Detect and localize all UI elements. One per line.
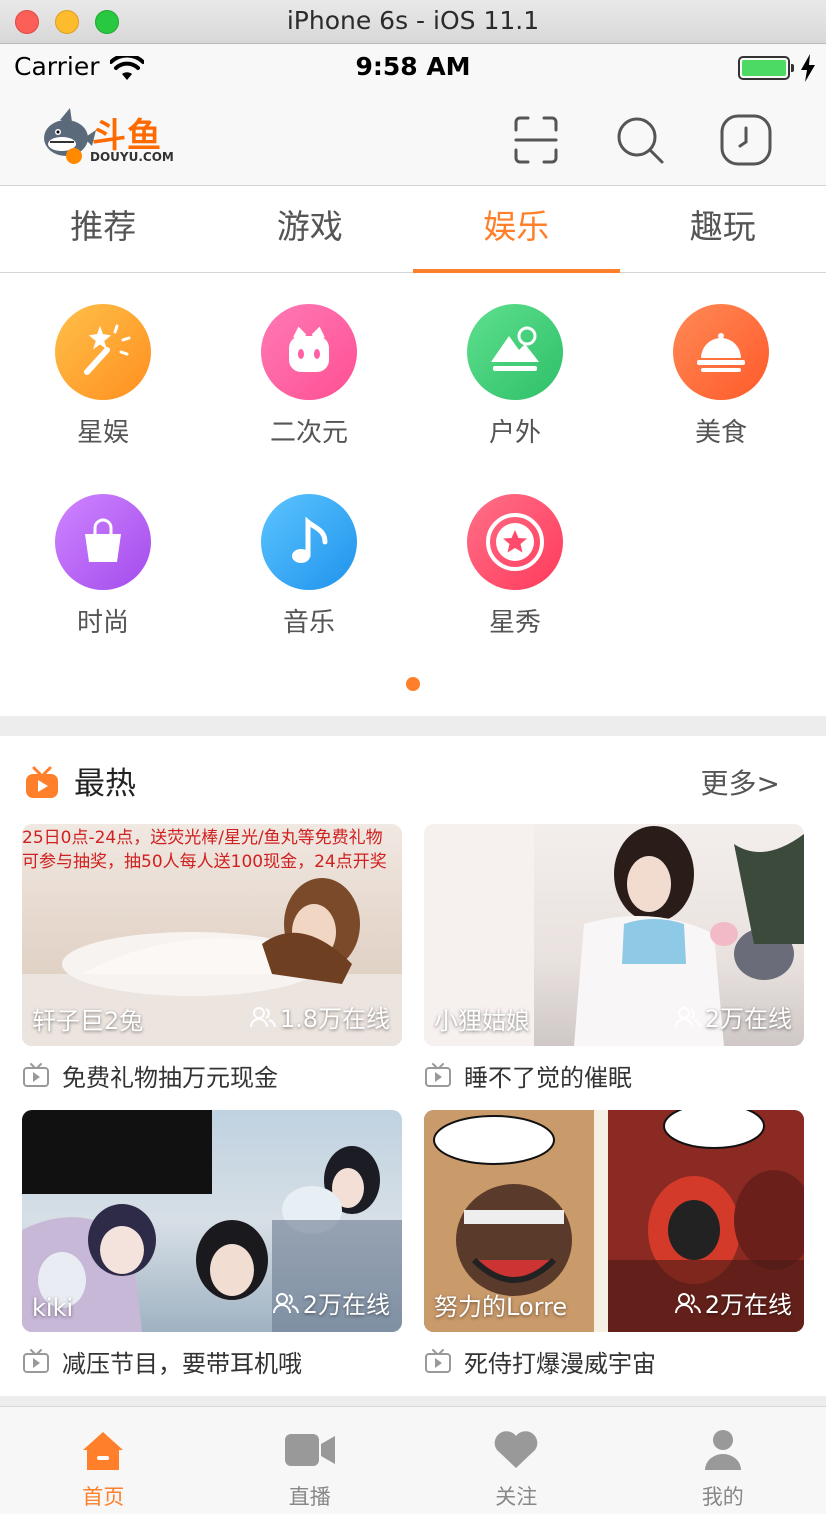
anime-face-icon xyxy=(261,304,357,400)
scan-icon[interactable] xyxy=(508,112,564,168)
online-count: 1.8万在线 xyxy=(249,999,390,1034)
home-icon xyxy=(78,1427,128,1473)
heart-icon xyxy=(491,1427,541,1473)
room-title: 免费礼物抽万元现金 xyxy=(62,1063,278,1092)
tab-label: 首页 xyxy=(82,1485,125,1509)
category-item-food[interactable]: 美食 xyxy=(618,304,824,449)
tab-games[interactable]: 游戏 xyxy=(207,187,414,272)
card-caption: 免费礼物抽万元现金 xyxy=(22,1058,402,1092)
video-tag-icon xyxy=(23,1063,49,1087)
page-indicator-dot[interactable] xyxy=(406,677,420,691)
category-tabs: 推荐 游戏 娱乐 趣玩 xyxy=(0,187,826,273)
bottom-tab-bar: 首页 直播 关注 我的 xyxy=(0,1406,826,1514)
live-thumbnail[interactable]: kiki 2万在线 xyxy=(22,1110,402,1332)
tab-live[interactable]: 直播 xyxy=(207,1407,414,1514)
music-note-icon xyxy=(261,494,357,590)
tab-label: 直播 xyxy=(288,1485,331,1509)
thumbnail-overlay-text: 25日0点-24点，送荧光棒/星光/鱼丸等免费礼物 xyxy=(22,828,383,848)
category-label: 音乐 xyxy=(282,608,335,638)
hot-section-header: 最热 更多> xyxy=(0,754,826,808)
star-badge-icon xyxy=(467,494,563,590)
shopping-bag-icon xyxy=(55,494,151,590)
hot-section: 最热 更多> 25日0点-24点，送荧光棒/星光/鱼丸等免费礼物 可参与抽奖，抽… xyxy=(0,736,826,1396)
video-tag-icon xyxy=(425,1349,451,1373)
live-room-card[interactable]: 努力的Lorre 2万在线 死侍打爆漫威宇宙 xyxy=(424,1110,804,1378)
live-thumbnail[interactable]: 努力的Lorre 2万在线 xyxy=(424,1110,804,1332)
room-title: 减压节目，要带耳机哦 xyxy=(62,1349,302,1378)
category-item-xingxiu[interactable]: 星秀 xyxy=(412,494,618,639)
category-label: 美食 xyxy=(694,418,747,448)
online-count-text: 1.8万在线 xyxy=(279,1005,390,1033)
more-link[interactable]: 更多> xyxy=(701,762,780,802)
douyu-logo: 斗鱼 DOUYU.COM xyxy=(40,108,180,168)
category-label: 星秀 xyxy=(488,608,541,638)
live-room-card[interactable]: kiki 2万在线 减压节目，要带耳机哦 xyxy=(22,1110,402,1378)
viewers-icon xyxy=(674,1292,701,1313)
viewers-icon xyxy=(272,1292,299,1313)
tab-follow[interactable]: 关注 xyxy=(413,1407,620,1514)
battery-icon xyxy=(738,56,794,80)
card-caption: 死侍打爆漫威宇宙 xyxy=(424,1344,804,1378)
online-count: 2万在线 xyxy=(674,999,792,1034)
section-divider xyxy=(0,1396,826,1406)
thumbnail-overlay-text: 可参与抽奖，抽50人每人送100现金，24点开奖 xyxy=(22,852,387,872)
online-count: 2万在线 xyxy=(674,1285,792,1320)
anchor-name: 轩子巨2兔 xyxy=(32,1007,144,1035)
anchor-name: 努力的Lorre xyxy=(434,1293,568,1321)
live-room-card[interactable]: 小狸姑娘 2万在线 睡不了觉的催眠 xyxy=(424,824,804,1092)
video-camera-icon xyxy=(284,1427,335,1473)
viewers-icon xyxy=(249,1006,276,1027)
tab-me[interactable]: 我的 xyxy=(620,1407,826,1514)
category-label: 二次元 xyxy=(269,418,348,448)
app-header: 斗鱼 DOUYU.COM xyxy=(0,92,826,186)
category-item-anime[interactable]: 二次元 xyxy=(206,304,412,449)
live-thumbnail[interactable]: 25日0点-24点，送荧光棒/星光/鱼丸等免费礼物 可参与抽奖，抽50人每人送1… xyxy=(22,824,402,1046)
card-caption: 睡不了觉的催眠 xyxy=(424,1058,804,1092)
live-thumbnail[interactable]: 小狸姑娘 2万在线 xyxy=(424,824,804,1046)
charging-bolt-icon xyxy=(801,54,815,82)
tab-label: 关注 xyxy=(495,1485,538,1509)
category-grid: 星娱 二次元 户外 美食 时尚 音乐 星秀 xyxy=(0,274,826,716)
simulator-title-bar: iPhone 6s - iOS 11.1 xyxy=(0,0,826,44)
section-divider xyxy=(0,716,826,736)
tab-home[interactable]: 首页 xyxy=(0,1407,207,1514)
magic-wand-icon xyxy=(55,304,151,400)
live-room-card[interactable]: 25日0点-24点，送荧光棒/星光/鱼丸等免费礼物 可参与抽奖，抽50人每人送1… xyxy=(22,824,402,1092)
status-time: 9:58 AM xyxy=(355,52,471,81)
tab-entertainment[interactable]: 娱乐 xyxy=(413,187,620,273)
video-tag-icon xyxy=(23,1349,49,1373)
online-count-text: 2万在线 xyxy=(704,1005,792,1033)
category-item-xingyu[interactable]: 星娱 xyxy=(0,304,206,449)
tab-fun[interactable]: 趣玩 xyxy=(620,187,826,272)
window-title: iPhone 6s - iOS 11.1 xyxy=(286,6,540,35)
online-count: 2万在线 xyxy=(272,1285,390,1320)
category-item-fashion[interactable]: 时尚 xyxy=(0,494,206,639)
category-label: 时尚 xyxy=(76,608,129,638)
tab-recommend[interactable]: 推荐 xyxy=(0,187,207,272)
anchor-name: 小狸姑娘 xyxy=(434,1007,530,1035)
card-caption: 减压节目，要带耳机哦 xyxy=(22,1344,402,1378)
room-title: 死侍打爆漫威宇宙 xyxy=(464,1349,656,1378)
brand-domain: DOUYU.COM xyxy=(90,150,174,164)
tv-icon xyxy=(26,766,58,798)
viewers-icon xyxy=(674,1006,701,1027)
room-title: 睡不了觉的催眠 xyxy=(464,1063,632,1092)
online-count-text: 2万在线 xyxy=(704,1291,792,1319)
section-title: 最热 xyxy=(74,766,136,802)
category-label: 星娱 xyxy=(76,418,129,448)
video-tag-icon xyxy=(425,1063,451,1087)
category-item-outdoor[interactable]: 户外 xyxy=(412,304,618,449)
food-cloche-icon xyxy=(673,304,769,400)
tab-label: 我的 xyxy=(701,1485,744,1509)
category-item-music[interactable]: 音乐 xyxy=(206,494,412,639)
category-label: 户外 xyxy=(488,418,541,448)
shark-mascot-icon xyxy=(44,108,96,164)
mountain-icon xyxy=(467,304,563,400)
user-icon xyxy=(698,1427,748,1473)
anchor-name: kiki xyxy=(32,1294,74,1322)
history-clock-icon[interactable] xyxy=(718,112,774,168)
search-icon[interactable] xyxy=(612,112,668,168)
online-count-text: 2万在线 xyxy=(302,1291,390,1319)
status-bar: Carrier 9:58 AM xyxy=(0,44,826,92)
